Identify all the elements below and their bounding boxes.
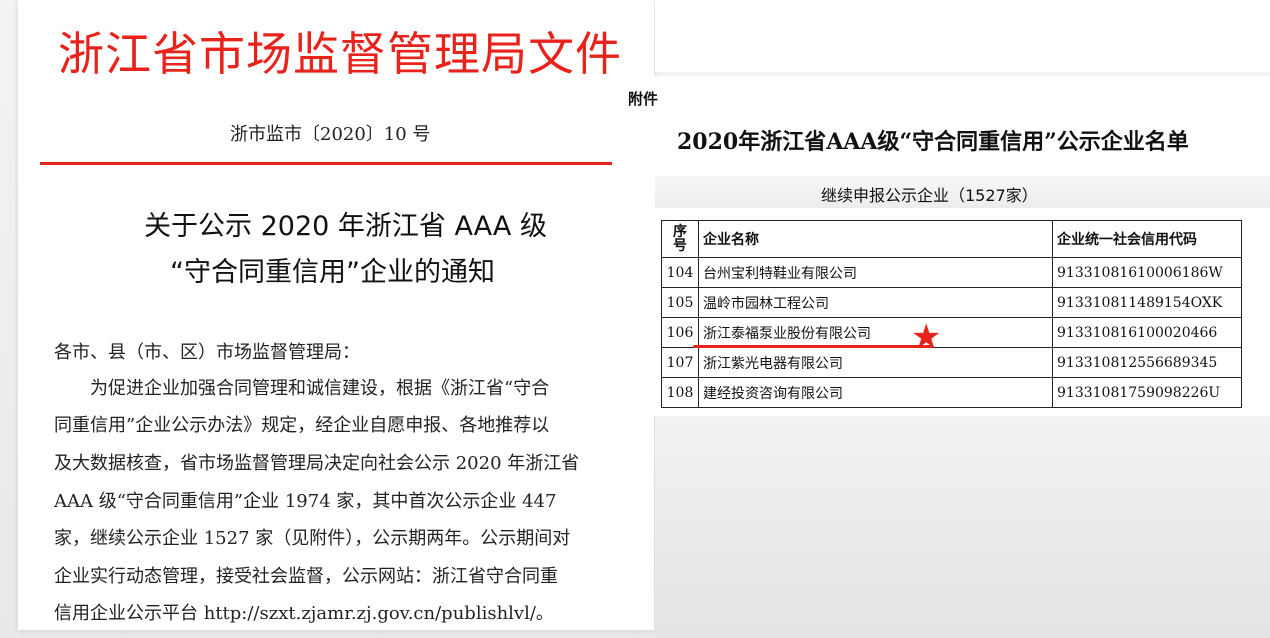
table-row: 104 台州宝利特鞋业有限公司 91331081610006186W: [661, 257, 1242, 288]
document-greeting: 各市、县（市、区）市场监督管理局：: [54, 342, 360, 363]
table-row: 105 温岭市园林工程公司 913310811489154OXK: [661, 287, 1242, 318]
document-title-line-2: “守合同重信用”企业的通知: [170, 257, 495, 288]
header-no: 序号: [661, 220, 699, 258]
enterprise-name: 建经投资咨询有限公司: [698, 377, 1053, 408]
document-header: 浙江省市场监督管理局文件: [58, 27, 622, 81]
enterprise-name: 浙江紫光电器有限公司: [698, 347, 1053, 378]
body-line-7: 信用企业公示平台 http://szxt.zjamr.zj.gov.cn/pub…: [54, 603, 554, 624]
blank-gray-area: [655, 416, 1270, 638]
list-subtitle: 继续申报公示企业（1527家）: [821, 186, 1038, 205]
table-row: 107 浙江紫光电器有限公司 913310812556689345: [661, 347, 1242, 378]
body-line-6: 企业实行动态管理，接受社会监督，公示网站：浙江省守合同重: [54, 566, 558, 587]
body-line-1: 为促进企业加强合同管理和诚信建设，根据《浙江省“守合: [54, 378, 550, 399]
header-code: 企业统一社会信用代码: [1052, 220, 1242, 258]
document-number: 浙市监市〔2020〕10 号: [230, 124, 431, 145]
enterprise-name: 温岭市园林工程公司: [698, 287, 1053, 318]
credit-code: 913310812556689345: [1052, 347, 1242, 378]
table-header-row: 序号 企业名称 企业统一社会信用代码: [661, 220, 1242, 258]
table-row: 106 浙江泰福泵业股份有限公司 913310816100020466: [661, 317, 1242, 348]
table-row: 108 建经投资咨询有限公司 91331081759098226U: [661, 377, 1242, 408]
screenshot-stage: 浙江省市场监督管理局文件 浙市监市〔2020〕10 号 关于公示 2020 年浙…: [0, 0, 1270, 638]
list-title: 2020年浙江省AAA级“守合同重信用”公示企业名单: [677, 129, 1189, 155]
body-line-5: 家，继续公示企业 1527 家（见附件），公示期两年。公示期间对: [54, 528, 571, 549]
header-name: 企业名称: [698, 220, 1053, 258]
body-line-3: 及大数据核查，省市场监督管理局决定向社会公示 2020 年浙江省: [54, 453, 580, 474]
credit-code: 91331081759098226U: [1052, 377, 1242, 408]
header-no-label: 序号: [673, 224, 687, 254]
enterprise-table: 序号 企业名称 企业统一社会信用代码 104 台州宝利特鞋业有限公司 9133108…: [661, 220, 1242, 408]
row-number: 108: [661, 377, 699, 408]
table-body: 104 台州宝利特鞋业有限公司 91331081610006186W 105 温岭市园林…: [661, 257, 1242, 408]
row-number: 104: [661, 257, 699, 288]
document-title-line-1: 关于公示 2020 年浙江省 AAA 级: [144, 211, 547, 242]
row-number: 106: [661, 317, 699, 348]
attachment-page: 附件 2020年浙江省AAA级“守合同重信用”公示企业名单 继续申报公示企业（1…: [625, 76, 1270, 416]
highlight-underline: [693, 345, 933, 348]
credit-code: 913310811489154OXK: [1052, 287, 1242, 318]
credit-code: 913310816100020466: [1052, 317, 1242, 348]
faded-header-strip: [655, 0, 1270, 72]
credit-code: 91331081610006186W: [1052, 257, 1242, 288]
enterprise-name: 台州宝利特鞋业有限公司: [698, 257, 1053, 288]
row-number: 105: [661, 287, 699, 318]
red-divider: [40, 162, 612, 165]
star-icon: ★: [911, 317, 942, 357]
body-line-4: AAA 级“守合同重信用”企业 1974 家，其中首次公示企业 447: [54, 491, 557, 512]
attachment-label: 附件: [628, 90, 659, 108]
row-number: 107: [661, 347, 699, 378]
body-line-2: 同重信用”企业公示办法》规定，经企业自愿申报、各地推荐以: [54, 415, 550, 436]
notice-document-page: 浙江省市场监督管理局文件 浙市监市〔2020〕10 号 关于公示 2020 年浙…: [18, 0, 654, 630]
enterprise-name: 浙江泰福泵业股份有限公司: [698, 317, 1053, 348]
